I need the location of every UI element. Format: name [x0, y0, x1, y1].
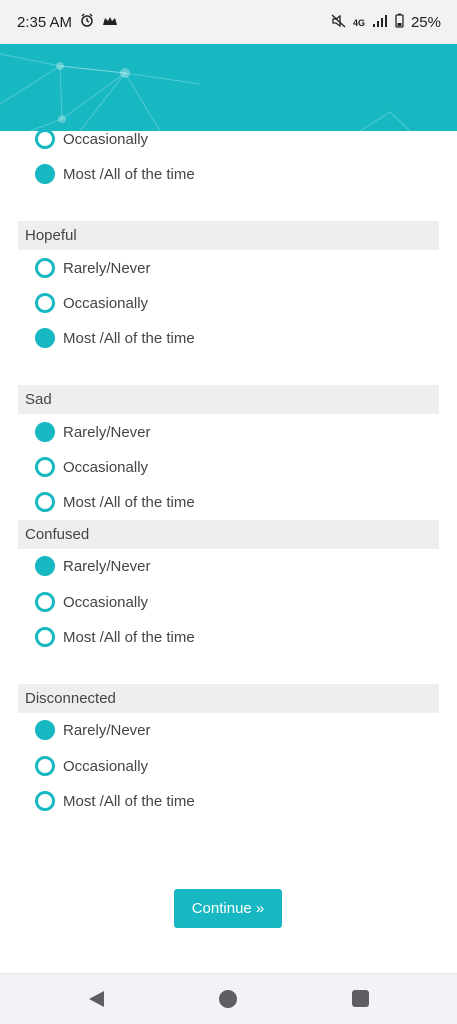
notification-icon: [102, 14, 118, 31]
option-occasionally[interactable]: Occasionally: [35, 291, 148, 315]
option-occasionally[interactable]: Occasionally: [35, 127, 148, 151]
status-time: 2:35 AM: [17, 13, 73, 31]
signal-icon: [372, 14, 388, 32]
option-most-all-of-the-time[interactable]: Most /All of the time: [35, 625, 195, 649]
radio-unchecked-icon[interactable]: [35, 129, 55, 149]
battery-percent: 25%: [410, 14, 441, 31]
radio-checked-icon[interactable]: [35, 720, 55, 740]
option-label: Rarely/Never: [63, 423, 151, 441]
mute-icon: [331, 13, 346, 32]
radio-unchecked-icon[interactable]: [35, 627, 55, 647]
header-banner: [0, 44, 457, 131]
option-rarely-never[interactable]: Rarely/Never: [35, 256, 151, 280]
back-icon[interactable]: [88, 990, 105, 1013]
network-4g-icon: 4G: [352, 17, 365, 28]
option-occasionally[interactable]: Occasionally: [35, 590, 148, 614]
option-rarely-never[interactable]: Rarely/Never: [35, 420, 151, 444]
option-label: Most /All of the time: [63, 329, 195, 347]
option-most-all-of-the-time[interactable]: Most /All of the time: [35, 326, 195, 350]
option-label: Most /All of the time: [63, 493, 195, 511]
navigation-bar: [0, 973, 457, 1024]
home-icon[interactable]: [219, 990, 237, 1013]
radio-checked-icon[interactable]: [35, 164, 55, 184]
option-label: Most /All of the time: [63, 628, 195, 646]
continue-button[interactable]: Continue »: [174, 889, 282, 928]
status-bar: 2:35 AM 4G 25%: [0, 0, 457, 44]
radio-unchecked-icon[interactable]: [35, 492, 55, 512]
recents-icon[interactable]: [352, 990, 369, 1012]
option-rarely-never[interactable]: Rarely/Never: [35, 718, 151, 742]
option-most-all-of-the-time[interactable]: Most /All of the time: [35, 789, 195, 813]
radio-checked-icon[interactable]: [35, 556, 55, 576]
battery-icon: [395, 13, 404, 32]
question-title-confused: Confused: [18, 520, 439, 549]
alarm-icon: [80, 13, 94, 31]
radio-unchecked-icon[interactable]: [35, 457, 55, 477]
option-most-all-of-the-time[interactable]: Most /All of the time: [35, 490, 195, 514]
radio-unchecked-icon[interactable]: [35, 293, 55, 313]
radio-unchecked-icon[interactable]: [35, 756, 55, 776]
option-most-all-of-the-time[interactable]: Most /All of the time: [35, 162, 195, 186]
option-label: Rarely/Never: [63, 721, 151, 739]
option-rarely-never[interactable]: Rarely/Never: [35, 554, 151, 578]
option-label: Most /All of the time: [63, 792, 195, 810]
radio-unchecked-icon[interactable]: [35, 592, 55, 612]
option-label: Most /All of the time: [63, 165, 195, 183]
option-label: Rarely/Never: [63, 259, 151, 277]
question-title-sad: Sad: [18, 385, 439, 414]
option-label: Occasionally: [63, 294, 149, 312]
status-left: 2:35 AM: [17, 13, 118, 31]
radio-unchecked-icon[interactable]: [35, 791, 55, 811]
network-pattern-decoration: [0, 53, 411, 131]
question-title-hopeful: Hopeful: [18, 221, 439, 250]
status-right: 4G 25%: [331, 13, 441, 32]
radio-checked-icon[interactable]: [35, 422, 55, 442]
radio-checked-icon[interactable]: [35, 328, 55, 348]
option-label: Occasionally: [63, 130, 149, 148]
radio-unchecked-icon[interactable]: [35, 258, 55, 278]
option-occasionally[interactable]: Occasionally: [35, 754, 148, 778]
option-occasionally[interactable]: Occasionally: [35, 455, 148, 479]
option-label: Rarely/Never: [63, 557, 151, 575]
option-label: Occasionally: [63, 593, 149, 611]
option-label: Occasionally: [63, 757, 149, 775]
option-label: Occasionally: [63, 458, 149, 476]
question-title-disconnected: Disconnected: [18, 684, 439, 713]
